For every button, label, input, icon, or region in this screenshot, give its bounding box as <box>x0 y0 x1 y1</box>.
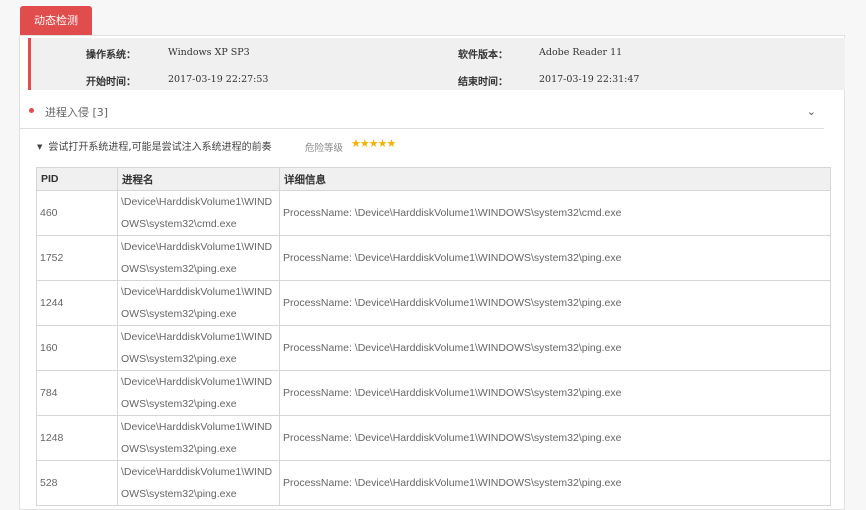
behavior-subsection[interactable]: ▼ 尝试打开系统进程,可能是尝试注入系统进程的前奏 <box>37 138 272 153</box>
table-row: 1248 \Device\HarddiskVolume1\WINDOWS\sys… <box>36 415 831 461</box>
section-title: 进程入侵 [3] <box>45 106 109 119</box>
start-time-value: 2017-03-19 22:27:53 <box>168 74 269 85</box>
column-header-process-name: 进程名 <box>117 167 280 191</box>
detail-cell: ProcessName: \Device\HarddiskVolume1\WIN… <box>279 415 831 461</box>
process-name-cell: \Device\HarddiskVolume1\WINDOWS\system32… <box>117 280 280 326</box>
software-version-label: 软件版本： <box>458 50 508 61</box>
detection-panel: 操作系统： Windows XP SP3 软件版本： Adobe Reader … <box>19 35 845 510</box>
table-row: 784 \Device\HarddiskVolume1\WINDOWS\syst… <box>36 370 831 416</box>
end-time-value: 2017-03-19 22:31:47 <box>539 74 640 85</box>
pid-cell: 528 <box>36 460 118 506</box>
risk-level-label: 危险等级 <box>305 143 344 154</box>
tab-dynamic-detection[interactable]: 动态检测 <box>20 6 92 36</box>
process-name-cell: \Device\HarddiskVolume1\WINDOWS\system32… <box>117 370 280 416</box>
table-row: 528 \Device\HarddiskVolume1\WINDOWS\syst… <box>36 460 831 506</box>
behavior-title: 尝试打开系统进程,可能是尝试注入系统进程的前奏 <box>48 142 272 153</box>
table-header-row: PID 进程名 详细信息 <box>36 167 831 191</box>
triangle-down-icon: ▼ <box>37 143 43 151</box>
process-name-cell: \Device\HarddiskVolume1\WINDOWS\system32… <box>117 325 280 371</box>
pid-cell: 460 <box>36 190 118 236</box>
end-time-label: 结束时间： <box>458 77 508 88</box>
detail-cell: ProcessName: \Device\HarddiskVolume1\WIN… <box>279 235 831 281</box>
detail-cell: ProcessName: \Device\HarddiskVolume1\WIN… <box>279 460 831 506</box>
os-label: 操作系统： <box>86 50 136 61</box>
os-value: Windows XP SP3 <box>168 47 250 58</box>
process-table: PID 进程名 详细信息 460 \Device\HarddiskVolume1… <box>36 167 831 506</box>
table-row: 1752 \Device\HarddiskVolume1\WINDOWS\sys… <box>36 235 831 281</box>
detail-cell: ProcessName: \Device\HarddiskVolume1\WIN… <box>279 280 831 326</box>
process-name-cell: \Device\HarddiskVolume1\WINDOWS\system32… <box>117 190 280 236</box>
table-row: 1244 \Device\HarddiskVolume1\WINDOWS\sys… <box>36 280 831 326</box>
pid-cell: 1248 <box>36 415 118 461</box>
process-injection-section-header[interactable]: 进程入侵 [3] ⌄ <box>20 100 824 129</box>
pid-cell: 1244 <box>36 280 118 326</box>
column-header-pid: PID <box>36 167 118 191</box>
start-time-label: 开始时间： <box>86 77 136 88</box>
detail-cell: ProcessName: \Device\HarddiskVolume1\WIN… <box>279 370 831 416</box>
table-row: 160 \Device\HarddiskVolume1\WINDOWS\syst… <box>36 325 831 371</box>
detail-cell: ProcessName: \Device\HarddiskVolume1\WIN… <box>279 325 831 371</box>
risk-stars-icon: ★★★★★ <box>351 137 396 150</box>
pid-cell: 160 <box>36 325 118 371</box>
pid-cell: 1752 <box>36 235 118 281</box>
detail-cell: ProcessName: \Device\HarddiskVolume1\WIN… <box>279 190 831 236</box>
pid-cell: 784 <box>36 370 118 416</box>
process-name-cell: \Device\HarddiskVolume1\WINDOWS\system32… <box>117 415 280 461</box>
process-name-cell: \Device\HarddiskVolume1\WINDOWS\system32… <box>117 235 280 281</box>
process-name-cell: \Device\HarddiskVolume1\WINDOWS\system32… <box>117 460 280 506</box>
table-row: 460 \Device\HarddiskVolume1\WINDOWS\syst… <box>36 190 831 236</box>
environment-info: 操作系统： Windows XP SP3 软件版本： Adobe Reader … <box>28 38 845 90</box>
chevron-down-icon[interactable]: ⌄ <box>807 105 816 118</box>
software-version-value: Adobe Reader 11 <box>539 47 623 58</box>
column-header-details: 详细信息 <box>279 167 831 191</box>
bullet-dot-icon <box>29 108 34 113</box>
